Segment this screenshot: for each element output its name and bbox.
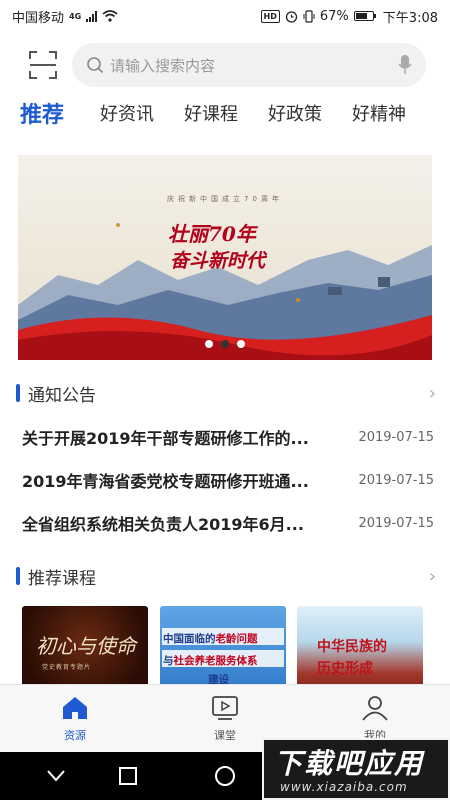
notice-item[interactable]: 全省组织系统相关负责人2019年6月... 2019-07-15 [0, 506, 450, 540]
wifi-icon [102, 10, 118, 22]
tab-spirit[interactable]: 好精神 [352, 100, 406, 126]
course-card[interactable]: 中华民族的 历史形成 [297, 606, 423, 686]
vibrate-icon [303, 9, 315, 23]
tab-recommend[interactable]: 推荐 [20, 97, 64, 129]
banner-small-text: 庆祝新中国成立70周年 [167, 195, 283, 203]
banner-carousel[interactable]: 庆祝新中国成立70周年 壮丽70年 奋斗新时代 [18, 155, 432, 360]
notice-item[interactable]: 2019年青海省委党校专题研修开班通... 2019-07-15 [0, 463, 450, 497]
scan-button[interactable] [28, 50, 58, 80]
scan-icon [29, 51, 57, 79]
chevron-right-icon[interactable]: › [429, 566, 436, 587]
back-icon[interactable] [46, 768, 66, 784]
notice-date: 2019-07-15 [358, 429, 434, 445]
carousel-dot[interactable] [221, 340, 229, 348]
search-row: 请输入搜索内容 [0, 42, 450, 88]
watermark-line2: www.xiazaiba.com [280, 780, 408, 794]
recents-icon[interactable] [118, 766, 138, 786]
hd-badge: HD [260, 9, 280, 23]
alarm-icon [285, 10, 298, 23]
microphone-icon[interactable] [398, 54, 412, 76]
nav-label: 资源 [64, 729, 86, 742]
course-card-title: 初心与使命 [36, 634, 136, 658]
course-card-title-line: 与社会养老服务体系 [163, 655, 258, 667]
notice-title: 2019年青海省委党校专题研修开班通... [22, 472, 309, 491]
notices-header[interactable]: 通知公告 › [0, 380, 450, 406]
nav-label: 课堂 [214, 729, 236, 742]
course-card[interactable]: 初心与使命 党史教育专题片 [22, 606, 148, 686]
course-card-subtitle: 党史教育专题片 [42, 664, 92, 671]
course-card-title-line: 历史形成 [317, 661, 373, 677]
section-accent-bar [16, 384, 20, 402]
play-icon [212, 696, 238, 720]
carrier-label: 中国移动 [12, 10, 65, 26]
carousel-indicator [18, 340, 432, 348]
home-circle-icon[interactable] [214, 765, 236, 787]
notices-title: 通知公告 [28, 385, 96, 406]
carousel-dot[interactable] [237, 340, 245, 348]
nav-mine[interactable]: 我的 [335, 695, 415, 743]
section-accent-bar [16, 567, 20, 585]
watermark-line1: 下载吧应用 [274, 747, 425, 780]
nav-classroom[interactable]: 课堂 [185, 695, 265, 743]
signal-icon [86, 10, 98, 22]
banner-title-line2: 奋斗新时代 [170, 250, 266, 272]
clock: 下午3:08 [382, 10, 438, 26]
home-icon [63, 697, 87, 719]
carousel-dot[interactable] [205, 340, 213, 348]
watermark-logo: 下载吧应用 www.xiazaiba.com [262, 738, 450, 800]
course-card-title-line: 中国面临的老龄问题 [163, 633, 258, 645]
course-list: 初心与使命 党史教育专题片 中国面临的老龄问题 与社会养老服务体系 建设 中华民… [0, 606, 450, 686]
courses-title: 推荐课程 [28, 568, 96, 589]
tab-policy[interactable]: 好政策 [268, 100, 322, 126]
battery-percent: 67% [319, 8, 349, 24]
user-icon [362, 696, 388, 721]
notice-date: 2019-07-15 [358, 472, 434, 488]
notice-title: 全省组织系统相关负责人2019年6月... [22, 515, 304, 534]
search-input[interactable]: 请输入搜索内容 [72, 43, 426, 87]
notice-title: 关于开展2019年干部专题研修工作的... [22, 429, 309, 448]
search-icon [87, 57, 104, 74]
category-tabs: 推荐 好资讯 好课程 好政策 好精神 [0, 92, 450, 134]
banner-title-line1: 壮丽70年 [168, 222, 256, 246]
search-placeholder: 请输入搜索内容 [110, 56, 216, 75]
tab-courses[interactable]: 好课程 [184, 100, 238, 126]
courses-header[interactable]: 推荐课程 › [0, 563, 450, 589]
notice-item[interactable]: 关于开展2019年干部专题研修工作的... 2019-07-15 [0, 420, 450, 454]
course-card[interactable]: 中国面临的老龄问题 与社会养老服务体系 建设 [160, 606, 286, 686]
notice-date: 2019-07-15 [358, 515, 434, 531]
battery-icon [353, 11, 376, 21]
nav-resources[interactable]: 资源 [35, 695, 115, 743]
course-card-title-line: 中华民族的 [317, 639, 387, 655]
status-bar: 中国移动 4G HD 67% 下午3:08 [0, 0, 450, 32]
tab-news[interactable]: 好资讯 [100, 100, 154, 126]
network-type: 4G [69, 11, 82, 21]
chevron-right-icon[interactable]: › [429, 383, 436, 404]
